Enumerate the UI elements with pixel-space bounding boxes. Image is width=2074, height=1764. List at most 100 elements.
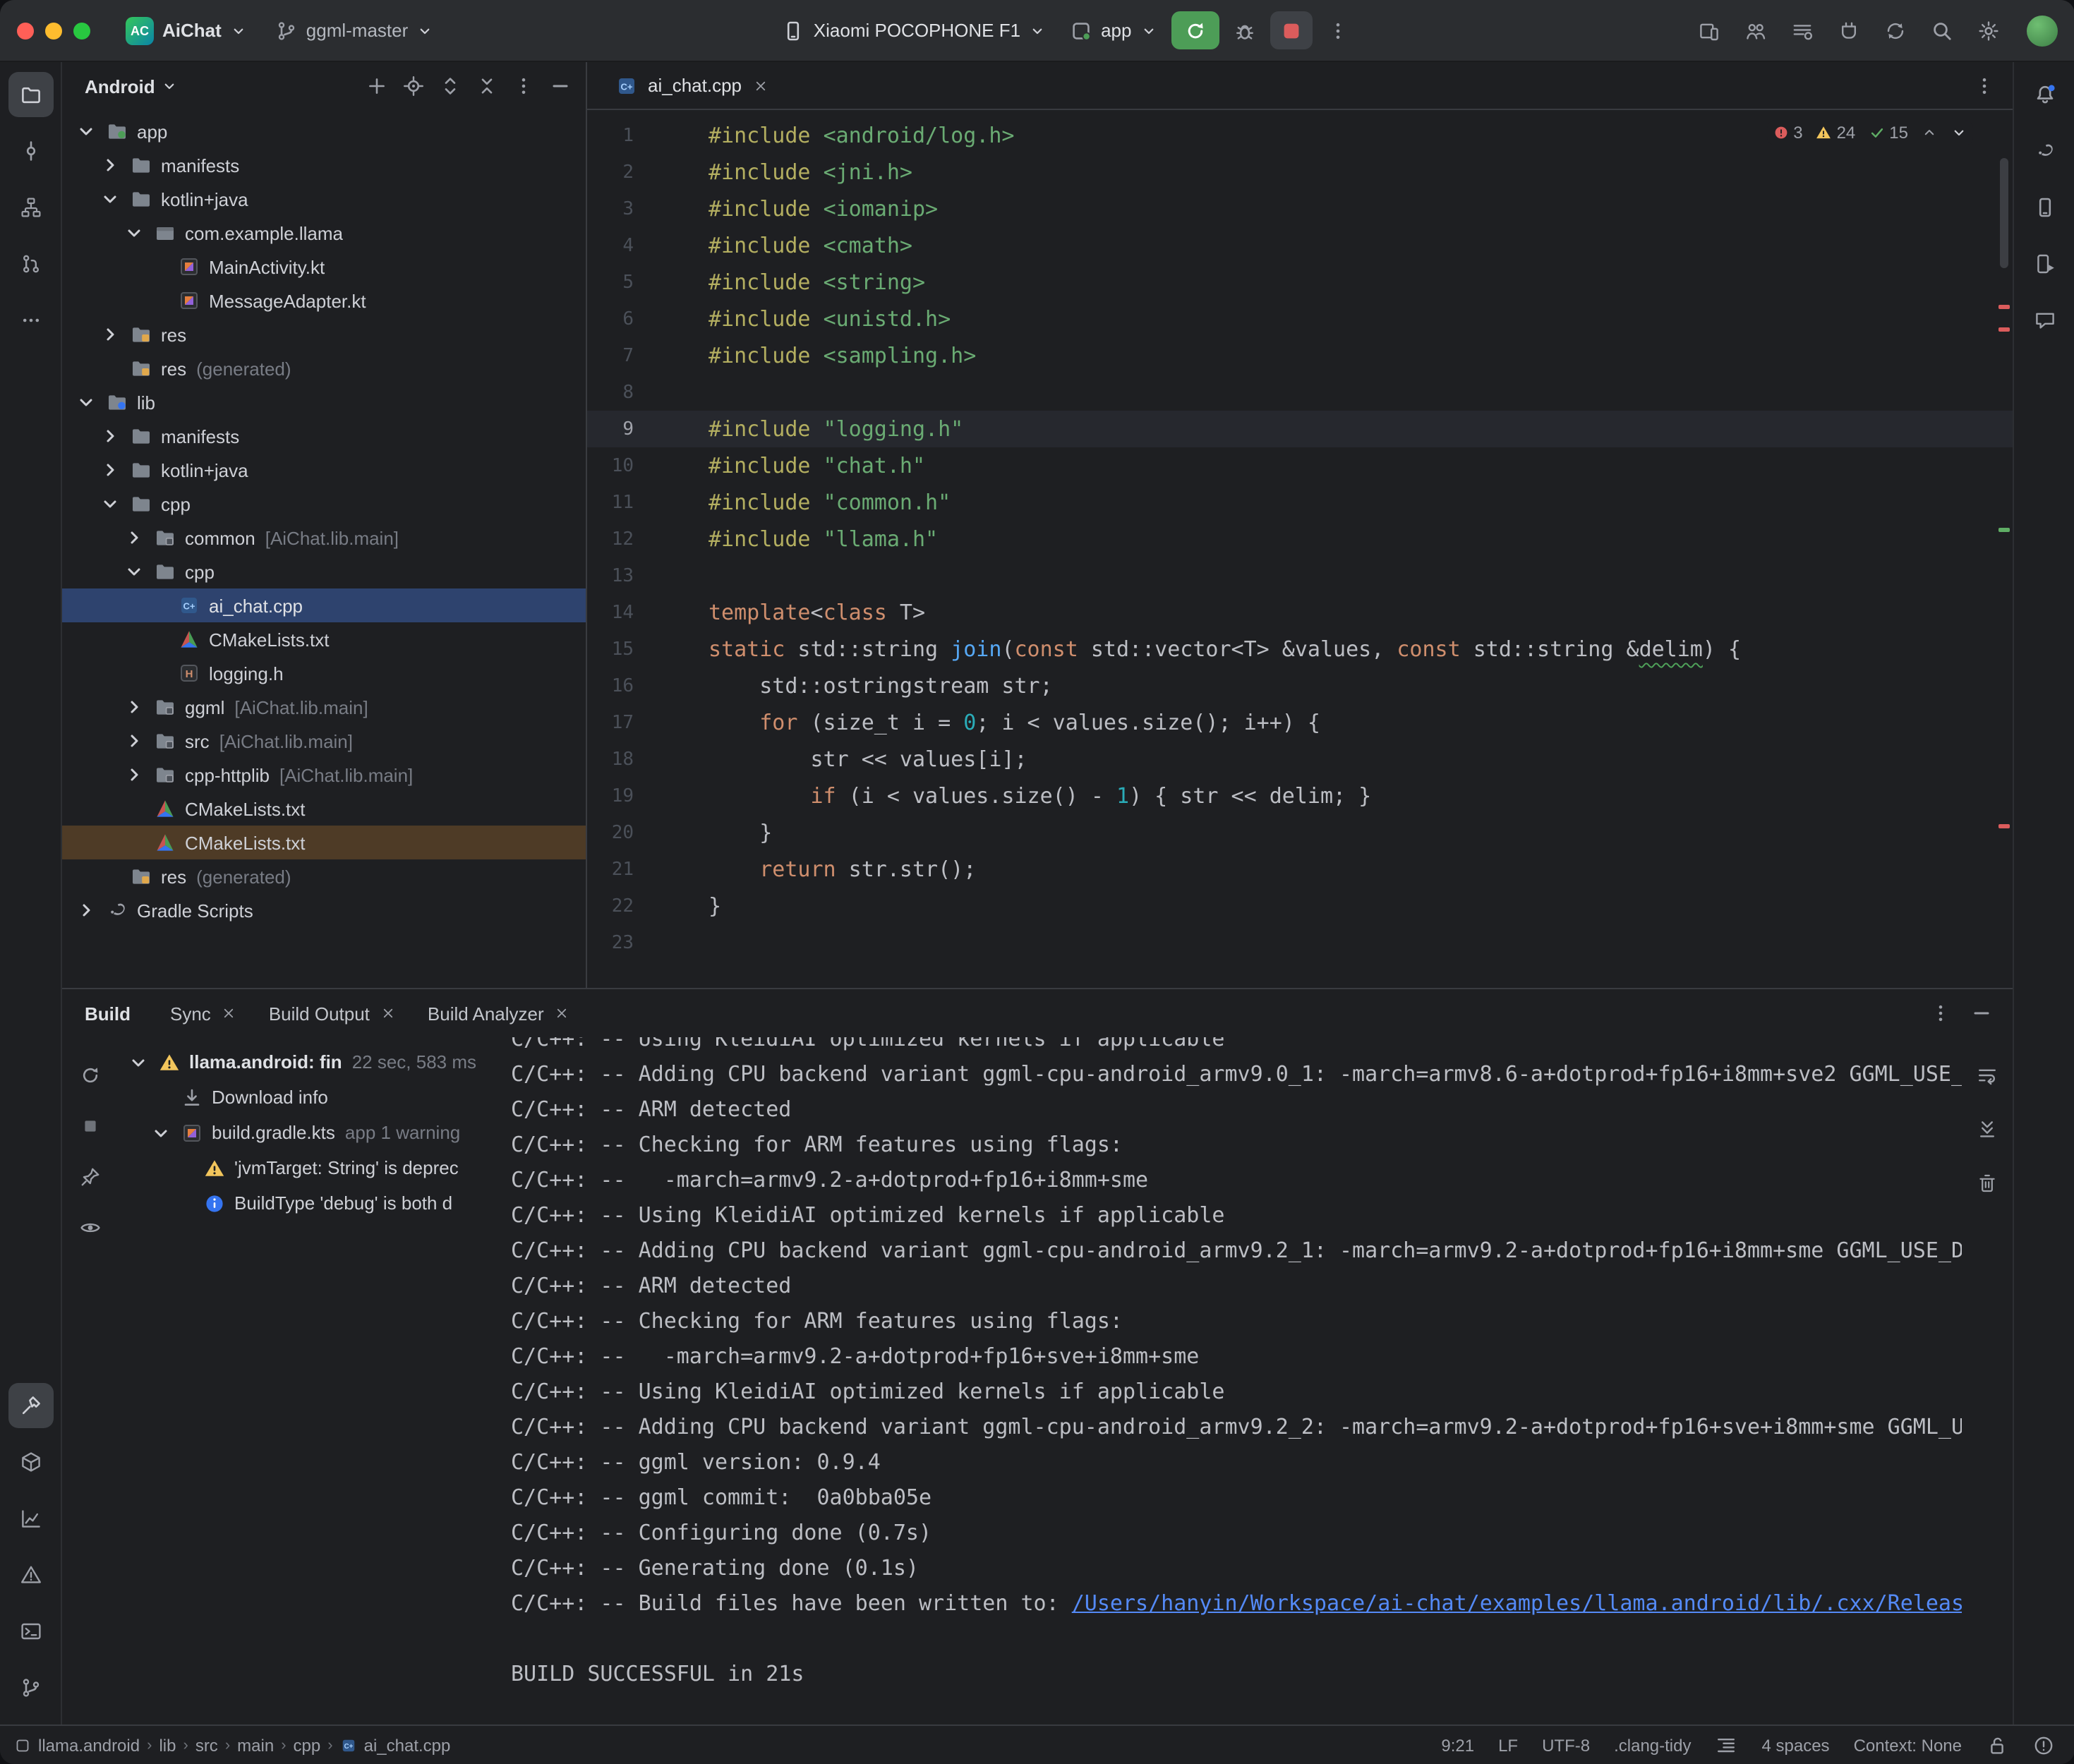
breadcrumb-item[interactable]: cpp (294, 1735, 321, 1755)
build-options-button[interactable] (1922, 996, 1958, 1031)
structure-button[interactable] (8, 185, 53, 230)
device-manager-button[interactable] (2022, 185, 2067, 230)
chevron-down-icon[interactable] (121, 560, 145, 583)
editor-tab[interactable]: C+ ai_chat.cpp (601, 61, 783, 109)
add-button[interactable] (358, 68, 394, 104)
pull-requests-button[interactable] (8, 241, 53, 286)
more-tools-button[interactable] (8, 298, 53, 343)
chevron-down-icon[interactable] (97, 493, 121, 515)
chevron-right-icon[interactable] (73, 899, 97, 922)
project-tree-row[interactable]: cpp-httplib[AiChat.lib.main] (62, 758, 586, 792)
breadcrumb-item[interactable]: llama.android (14, 1735, 140, 1755)
code-line-9[interactable]: 9#include "logging.h" (587, 411, 2013, 447)
code-editor[interactable]: 1#include <android/log.h>2#include <jni.… (587, 110, 2013, 988)
project-tree-row[interactable]: manifests (62, 148, 586, 182)
build-button[interactable] (8, 1383, 53, 1428)
project-tree-row[interactable]: manifests (62, 419, 586, 453)
logcat-button[interactable] (1781, 11, 1823, 49)
close-icon[interactable] (380, 1005, 397, 1022)
chevron-down-icon[interactable] (73, 391, 97, 413)
project-tree-row[interactable]: res(generated) (62, 351, 586, 385)
code-line-11[interactable]: 11#include "common.h" (587, 484, 2013, 521)
error-count[interactable]: 3 (1772, 123, 1802, 143)
vcs-branch-widget[interactable]: ggml-master (265, 13, 444, 47)
build-tab-sync[interactable]: Sync (156, 989, 252, 1037)
gradle-sync-button[interactable] (1874, 11, 1917, 49)
code-line-5[interactable]: 5#include <string> (587, 264, 2013, 301)
project-tree-row[interactable]: C+ai_chat.cpp (62, 588, 586, 622)
code-line-17[interactable]: 17 for (size_t i = 0; i < values.size();… (587, 704, 2013, 741)
chevron-down-icon[interactable] (97, 188, 121, 210)
code-line-4[interactable]: 4#include <cmath> (587, 227, 2013, 264)
chevron-right-icon[interactable] (121, 696, 145, 718)
soft-wrap-button[interactable] (1970, 1057, 2005, 1092)
notifications-button[interactable] (2022, 72, 2067, 117)
user-avatar[interactable] (2027, 15, 2058, 46)
build-tab-build-output[interactable]: Build Output (255, 989, 411, 1037)
pin-button[interactable] (73, 1159, 108, 1194)
chevron-right-icon[interactable] (97, 425, 121, 447)
code-line-7[interactable]: 7#include <sampling.h> (587, 337, 2013, 374)
project-tree-row[interactable]: CMakeLists.txt (62, 792, 586, 826)
hide-button[interactable] (542, 68, 577, 104)
code-line-21[interactable]: 21 return str.str(); (587, 851, 2013, 888)
terminal-button[interactable] (8, 1609, 53, 1654)
code-line-19[interactable]: 19 if (i < values.size() - 1) { str << d… (587, 778, 2013, 814)
project-button[interactable] (8, 72, 53, 117)
next-problem-button[interactable] (1951, 124, 1967, 141)
code-line-6[interactable]: 6#include <unistd.h> (587, 301, 2013, 337)
file-encoding[interactable]: UTF-8 (1542, 1735, 1590, 1755)
project-tree-row[interactable]: Hlogging.h (62, 656, 586, 690)
close-window-button[interactable] (17, 22, 34, 39)
code-line-10[interactable]: 10#include "chat.h" (587, 447, 2013, 484)
project-tree-row[interactable]: MainActivity.kt (62, 250, 586, 284)
stop-build-button[interactable] (73, 1108, 108, 1143)
build-tree-row[interactable]: BuildType 'debug' is both d (119, 1185, 502, 1221)
project-tree-row[interactable]: kotlin+java (62, 453, 586, 487)
minimize-window-button[interactable] (45, 22, 62, 39)
build-tree-row[interactable]: build.gradle.ktsapp 1 warning (119, 1115, 502, 1150)
code-line-23[interactable]: 23 (587, 924, 2013, 961)
code-line-18[interactable]: 18 str << values[i]; (587, 741, 2013, 778)
run-configuration-selector[interactable]: app (1060, 13, 1166, 47)
project-tree-row[interactable]: res (62, 318, 586, 351)
project-tree-row[interactable]: kotlin+java (62, 182, 586, 216)
project-tree-row[interactable]: src[AiChat.lib.main] (62, 724, 586, 758)
prev-problem-button[interactable] (1921, 124, 1938, 141)
preview-button[interactable] (73, 1209, 108, 1245)
plugins-button[interactable] (1828, 11, 1870, 49)
device-mirroring-button[interactable] (1688, 11, 1730, 49)
gradle-button[interactable] (2022, 128, 2067, 174)
zoom-window-button[interactable] (73, 22, 90, 39)
chevron-right-icon[interactable] (97, 323, 121, 346)
stop-button[interactable] (1270, 11, 1313, 49)
inspections-toggle[interactable] (1716, 1734, 1738, 1756)
chevron-right-icon[interactable] (121, 526, 145, 549)
expand-all-button[interactable] (432, 68, 467, 104)
breadcrumb-item[interactable]: C+ai_chat.cpp (340, 1735, 451, 1755)
project-tree-row[interactable]: CMakeLists.txt (62, 826, 586, 859)
chevron-down-icon[interactable] (121, 222, 145, 244)
code-line-12[interactable]: 12#include "llama.h" (587, 521, 2013, 557)
breadcrumb-item[interactable]: src (195, 1735, 218, 1755)
project-tree-row[interactable]: Gradle Scripts (62, 893, 586, 927)
settings-button[interactable] (1967, 11, 2010, 49)
editor-scrollbar[interactable] (2000, 158, 2008, 268)
error-stripe-mark[interactable] (1998, 824, 2010, 828)
project-tree-row[interactable]: com.example.llama (62, 216, 586, 250)
chevron-down-icon[interactable] (127, 1051, 150, 1073)
chevron-right-icon[interactable] (97, 459, 121, 481)
more-options-button[interactable] (505, 68, 541, 104)
project-tree-row[interactable]: cpp (62, 555, 586, 588)
code-line-20[interactable]: 20 } (587, 814, 2013, 851)
passed-count[interactable]: 15 (1868, 123, 1908, 143)
commit-button[interactable] (8, 128, 53, 174)
build-tree-row[interactable]: Download info (119, 1080, 502, 1115)
line-separator[interactable]: LF (1498, 1735, 1518, 1755)
notifications-widget[interactable] (2032, 1734, 2055, 1756)
locate-file-button[interactable] (395, 68, 430, 104)
profiler-button[interactable] (8, 1496, 53, 1541)
chevron-right-icon[interactable] (97, 154, 121, 176)
error-stripe-mark[interactable] (1998, 327, 2010, 332)
code-with-me-button[interactable] (1735, 11, 1777, 49)
